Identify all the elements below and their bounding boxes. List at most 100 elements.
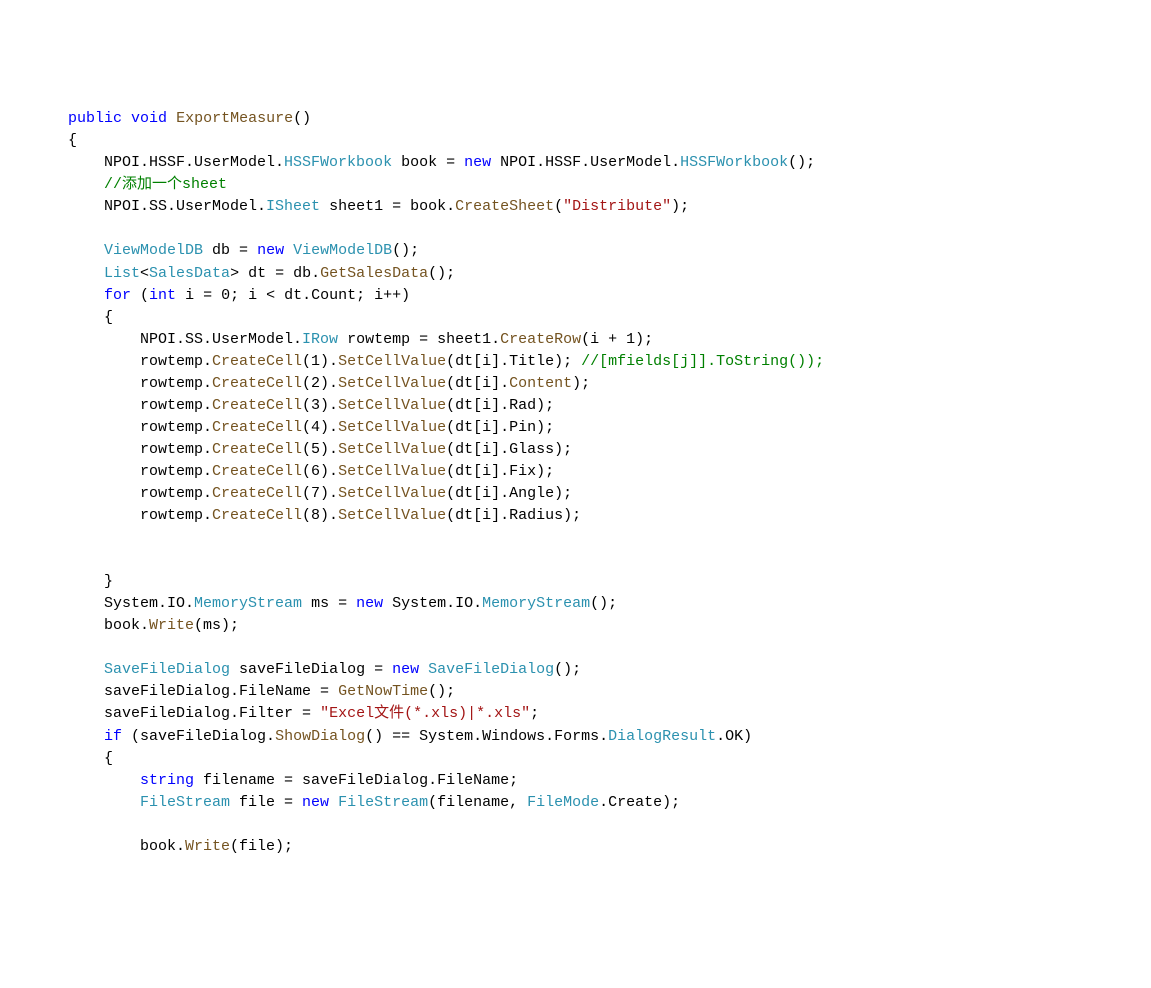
token-method: CreateCell [212, 419, 302, 436]
code-line[interactable]: saveFileDialog.Filter = "Excel文件(*.xls)|… [68, 703, 1131, 725]
token-type: HSSFWorkbook [680, 154, 788, 171]
token-normal: rowtemp. [140, 375, 212, 392]
token-normal: rowtemp. [140, 485, 212, 502]
token-method: CreateCell [212, 397, 302, 414]
code-line[interactable]: List<SalesData> dt = db.GetSalesData(); [68, 263, 1131, 285]
token-normal: rowtemp. [140, 463, 212, 480]
token-type: ViewModelDB [104, 242, 203, 259]
token-keyword: new [356, 595, 383, 612]
code-line[interactable]: public void ExportMeasure() [68, 108, 1131, 130]
token-type: FileMode [527, 794, 599, 811]
token-normal: book = [392, 154, 464, 171]
code-line[interactable]: NPOI.SS.UserModel.ISheet sheet1 = book.C… [68, 196, 1131, 218]
code-line[interactable]: rowtemp.CreateCell(4).SetCellValue(dt[i]… [68, 417, 1131, 439]
code-line[interactable]: { [68, 307, 1131, 329]
token-type: ViewModelDB [293, 242, 392, 259]
code-line[interactable]: rowtemp.CreateCell(7).SetCellValue(dt[i]… [68, 483, 1131, 505]
token-normal: (dt[i].Pin); [446, 419, 554, 436]
token-normal: ( [131, 287, 149, 304]
code-line[interactable]: rowtemp.CreateCell(6).SetCellValue(dt[i]… [68, 461, 1131, 483]
code-line[interactable]: ViewModelDB db = new ViewModelDB(); [68, 240, 1131, 262]
token-method: CreateCell [212, 441, 302, 458]
token-keyword: void [131, 110, 167, 127]
code-line[interactable]: //添加一个sheet [68, 174, 1131, 196]
code-line[interactable] [68, 814, 1131, 836]
token-string: "Excel文件(*.xls)|*.xls" [320, 705, 530, 722]
code-line[interactable]: book.Write(file); [68, 836, 1131, 858]
token-type: MemoryStream [482, 595, 590, 612]
token-type: IRow [302, 331, 338, 348]
code-line[interactable] [68, 637, 1131, 659]
token-type: MemoryStream [194, 595, 302, 612]
token-method: CreateCell [212, 485, 302, 502]
token-normal: (i + 1); [581, 331, 653, 348]
code-line[interactable]: rowtemp.CreateCell(2).SetCellValue(dt[i]… [68, 373, 1131, 395]
code-line[interactable]: rowtemp.CreateCell(5).SetCellValue(dt[i]… [68, 439, 1131, 461]
token-normal: NPOI.SS.UserModel. [104, 198, 266, 215]
token-normal: filename = saveFileDialog.FileName; [194, 772, 518, 789]
token-normal: () [293, 110, 311, 127]
token-normal: book. [140, 838, 185, 855]
code-line[interactable]: } [68, 571, 1131, 593]
token-keyword: if [104, 728, 122, 745]
code-line[interactable]: rowtemp.CreateCell(3).SetCellValue(dt[i]… [68, 395, 1131, 417]
token-normal: (saveFileDialog. [122, 728, 275, 745]
token-normal [419, 661, 428, 678]
token-type: SalesData [149, 265, 230, 282]
token-normal: (); [590, 595, 617, 612]
token-normal: rowtemp. [140, 397, 212, 414]
token-normal: rowtemp. [140, 353, 212, 370]
token-method: GetSalesData [320, 265, 428, 282]
token-normal: ); [572, 375, 590, 392]
token-normal: System.IO. [383, 595, 482, 612]
code-line[interactable] [68, 527, 1131, 549]
code-line[interactable]: rowtemp.CreateCell(8).SetCellValue(dt[i]… [68, 505, 1131, 527]
code-line[interactable]: NPOI.SS.UserModel.IRow rowtemp = sheet1.… [68, 329, 1131, 351]
token-normal: (); [428, 265, 455, 282]
token-normal: NPOI.HSSF.UserModel. [104, 154, 284, 171]
token-keyword: public [68, 110, 122, 127]
token-type: List [104, 265, 140, 282]
code-line[interactable]: string filename = saveFileDialog.FileNam… [68, 770, 1131, 792]
token-normal: (dt[i].Title); [446, 353, 581, 370]
code-line[interactable]: book.Write(ms); [68, 615, 1131, 637]
code-line[interactable]: FileStream file = new FileStream(filenam… [68, 792, 1131, 814]
token-normal: (3). [302, 397, 338, 414]
code-line[interactable]: if (saveFileDialog.ShowDialog() == Syste… [68, 726, 1131, 748]
token-method: SetCellValue [338, 375, 446, 392]
code-line[interactable]: saveFileDialog.FileName = GetNowTime(); [68, 681, 1131, 703]
token-keyword: for [104, 287, 131, 304]
code-line[interactable] [68, 218, 1131, 240]
code-line[interactable]: SaveFileDialog saveFileDialog = new Save… [68, 659, 1131, 681]
code-editor[interactable]: public void ExportMeasure() { NPOI.HSSF.U… [68, 108, 1131, 858]
token-normal: saveFileDialog.Filter = [104, 705, 320, 722]
token-normal: (dt[i].Angle); [446, 485, 572, 502]
token-method: GetNowTime [338, 683, 428, 700]
token-method: SetCellValue [338, 353, 446, 370]
token-normal: file = [230, 794, 302, 811]
code-line[interactable] [68, 549, 1131, 571]
code-line[interactable]: System.IO.MemoryStream ms = new System.I… [68, 593, 1131, 615]
token-normal: ; [530, 705, 539, 722]
token-keyword: int [149, 287, 176, 304]
token-normal: > dt = db. [230, 265, 320, 282]
code-line[interactable]: { [68, 748, 1131, 770]
token-method: CreateRow [500, 331, 581, 348]
token-normal: (dt[i].Fix); [446, 463, 554, 480]
token-normal: rowtemp. [140, 507, 212, 524]
code-line[interactable]: rowtemp.CreateCell(1).SetCellValue(dt[i]… [68, 351, 1131, 373]
token-method: CreateCell [212, 463, 302, 480]
token-normal [284, 242, 293, 259]
token-keyword: new [392, 661, 419, 678]
token-normal: sheet1 = book. [320, 198, 455, 215]
token-normal: (dt[i].Glass); [446, 441, 572, 458]
token-normal: (); [554, 661, 581, 678]
token-normal [329, 794, 338, 811]
code-line[interactable]: for (int i = 0; i < dt.Count; i++) [68, 285, 1131, 307]
code-line[interactable]: { [68, 130, 1131, 152]
token-keyword: string [140, 772, 194, 789]
token-normal: { [68, 132, 77, 149]
token-normal: rowtemp = sheet1. [338, 331, 500, 348]
code-line[interactable]: NPOI.HSSF.UserModel.HSSFWorkbook book = … [68, 152, 1131, 174]
token-normal: i = 0; i < dt.Count; i++) [176, 287, 410, 304]
